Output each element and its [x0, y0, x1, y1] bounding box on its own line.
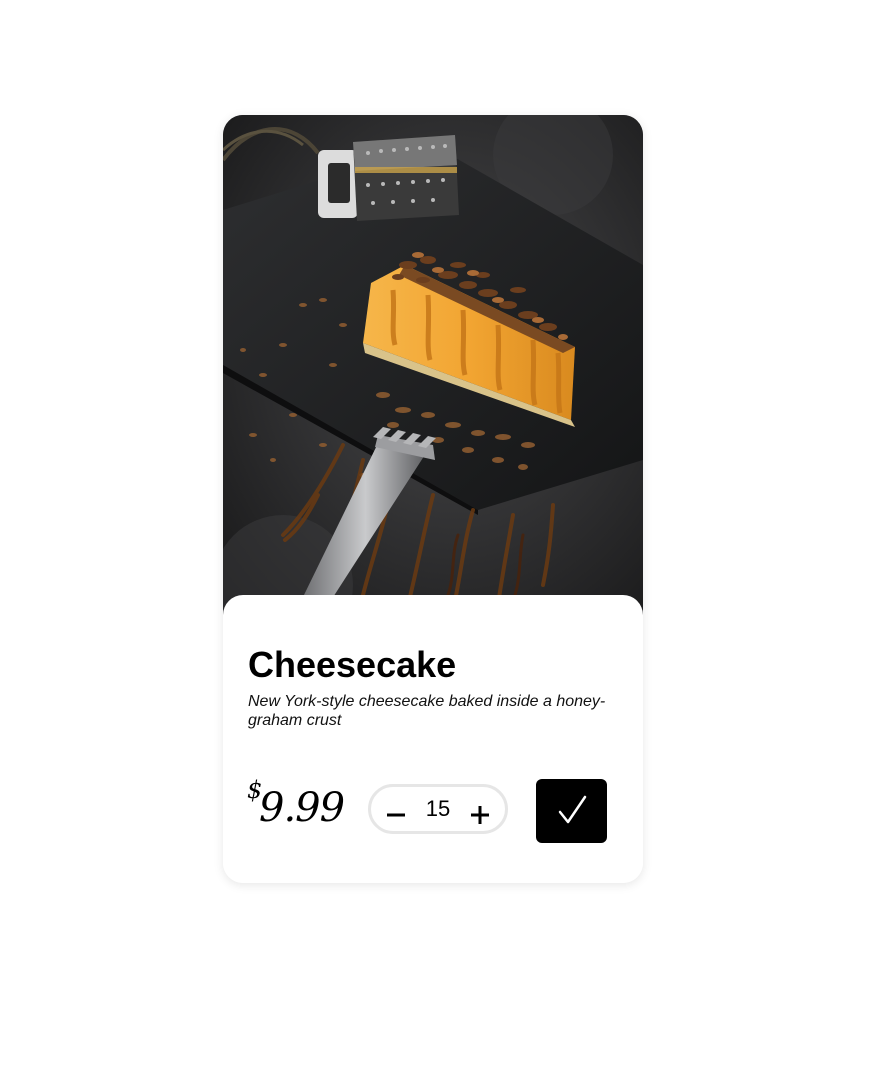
product-card: Cheesecake New York-style cheesecake bak…: [223, 115, 643, 883]
checkmark-icon: [558, 795, 586, 824]
add-to-order-button[interactable]: [536, 779, 607, 843]
quantity-stepper: [368, 784, 508, 834]
decrement-button[interactable]: [374, 787, 418, 831]
price-amount: 9.99: [259, 785, 345, 831]
increment-button[interactable]: [458, 787, 502, 831]
plus-icon: [471, 805, 489, 824]
minus-icon: [387, 813, 405, 816]
product-description: New York-style cheesecake baked inside a…: [248, 693, 606, 729]
quantity-input[interactable]: [415, 787, 461, 831]
product-photo: [223, 115, 643, 615]
product-info-panel: Cheesecake New York-style cheesecake bak…: [223, 595, 643, 883]
product-title: Cheesecake: [248, 644, 457, 685]
